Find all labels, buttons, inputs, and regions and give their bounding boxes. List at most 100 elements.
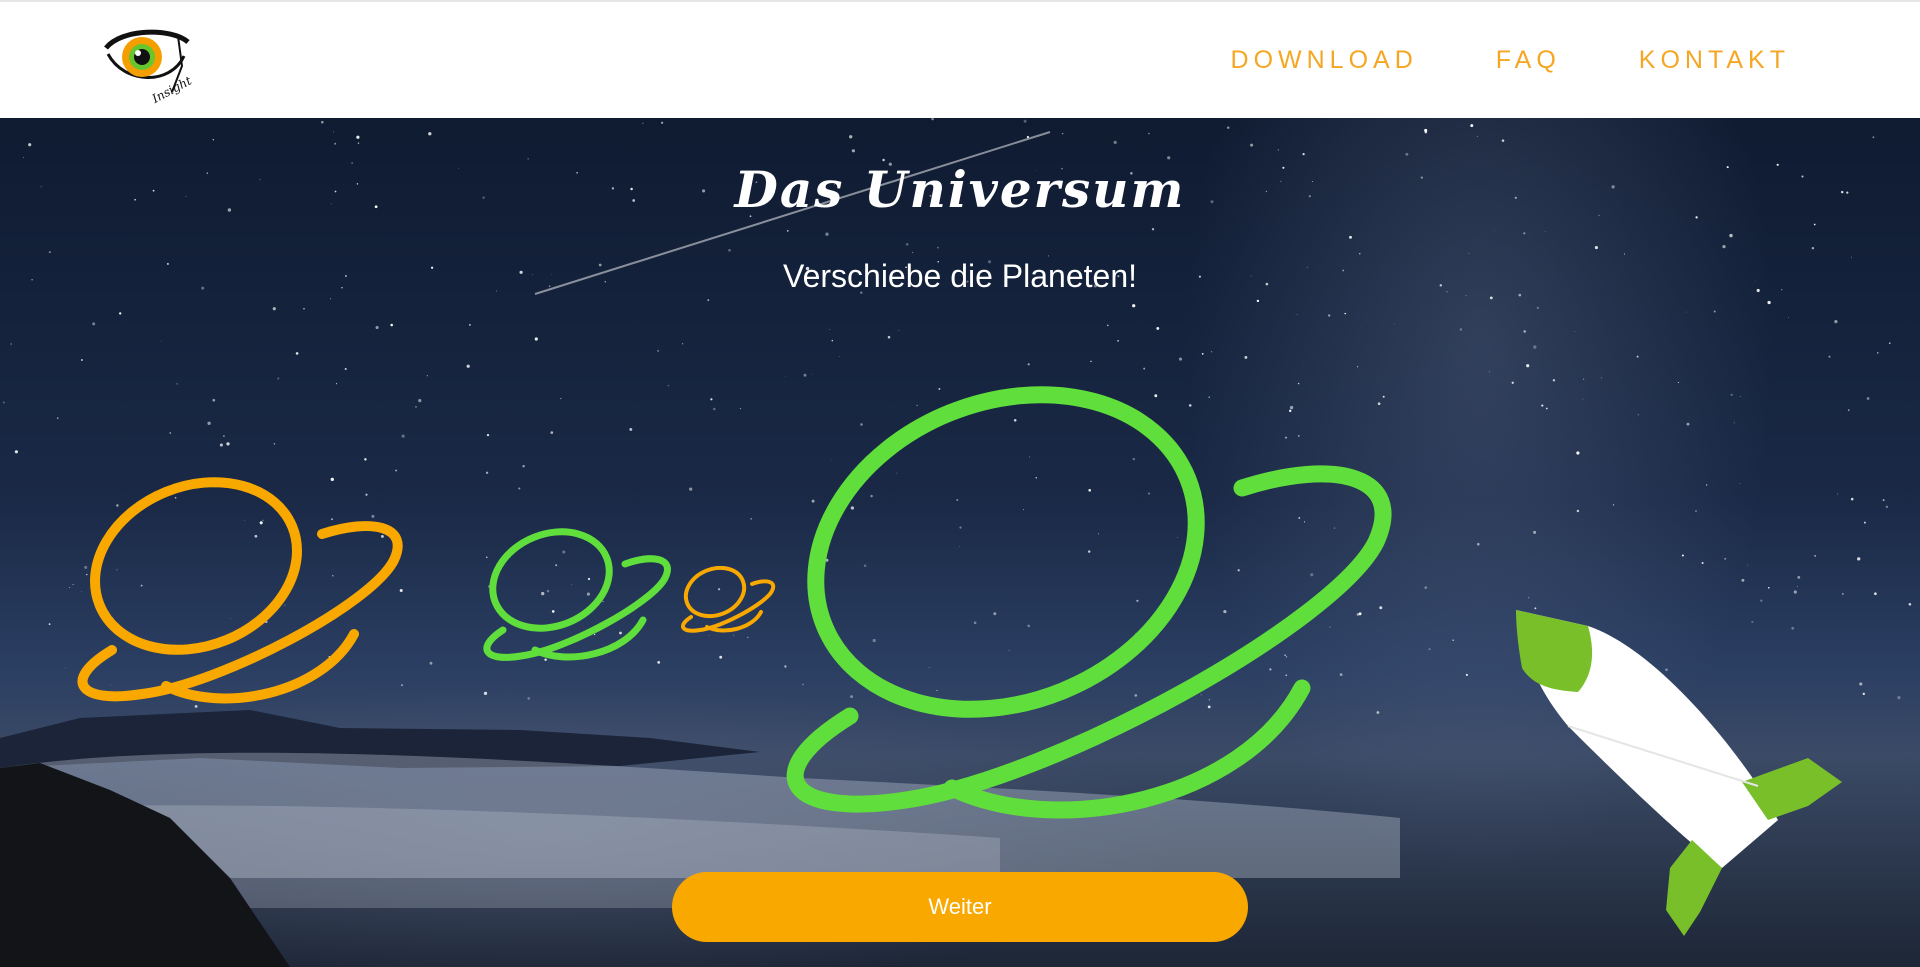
star: [119, 312, 122, 315]
star: [713, 407, 716, 411]
star: [689, 487, 693, 491]
star: [1730, 393, 1733, 397]
planet-icon[interactable]: [481, 528, 677, 666]
star: [1885, 505, 1889, 509]
nav-kontakt[interactable]: KONTAKT: [1639, 46, 1790, 75]
star: [1489, 296, 1493, 300]
star: [160, 340, 162, 342]
star: [839, 356, 840, 357]
star: [1424, 130, 1428, 134]
star: [1047, 255, 1049, 257]
planet-icon[interactable]: [72, 474, 410, 714]
star: [1470, 124, 1474, 128]
star: [849, 135, 853, 139]
star: [212, 398, 216, 402]
star: [1857, 557, 1861, 561]
star: [518, 487, 521, 490]
star: [1850, 497, 1854, 501]
star: [667, 384, 670, 387]
star: [1476, 135, 1478, 137]
planet-icon[interactable]: [776, 372, 1406, 832]
star: [527, 697, 530, 700]
planet-icon[interactable]: [680, 566, 778, 636]
star: [1834, 319, 1838, 324]
weiter-button[interactable]: Weiter: [672, 872, 1248, 942]
star: [1797, 586, 1798, 587]
star: [272, 307, 276, 311]
star: [1576, 451, 1580, 455]
star: [1132, 304, 1136, 308]
star: [719, 655, 723, 659]
star: [1027, 363, 1030, 366]
star: [1156, 326, 1160, 330]
star: [912, 251, 914, 254]
star: [1729, 233, 1733, 238]
star: [1847, 409, 1850, 411]
star: [825, 232, 829, 236]
star: [1686, 422, 1690, 426]
star: [395, 469, 397, 472]
star: [1724, 557, 1727, 560]
star: [22, 156, 24, 158]
star: [273, 443, 276, 445]
star: [1356, 366, 1359, 368]
star: [1677, 381, 1679, 384]
star: [786, 230, 789, 232]
star: [728, 248, 731, 252]
star: [831, 339, 834, 342]
star: [1459, 328, 1463, 331]
star: [1739, 396, 1741, 397]
star: [1465, 294, 1467, 297]
star: [1544, 231, 1546, 232]
nav-download[interactable]: DOWNLOAD: [1231, 46, 1418, 75]
star: [176, 383, 178, 385]
star: [1594, 246, 1598, 250]
star: [1424, 586, 1428, 589]
star: [1695, 510, 1697, 512]
star: [1637, 413, 1640, 416]
nav-faq[interactable]: FAQ: [1496, 46, 1561, 75]
star: [1452, 639, 1455, 642]
star: [905, 242, 909, 246]
star: [334, 142, 337, 145]
star: [936, 246, 939, 249]
star: [1367, 321, 1369, 322]
star: [707, 299, 710, 302]
star: [81, 359, 83, 361]
star: [1582, 398, 1584, 400]
star: [750, 518, 752, 520]
star: [483, 691, 488, 696]
star: [468, 323, 471, 326]
star: [1739, 483, 1741, 485]
star: [1636, 355, 1639, 358]
rocket-icon[interactable]: [1508, 606, 1848, 936]
eye-logo-icon[interactable]: Insight: [102, 26, 194, 106]
star: [1523, 232, 1526, 235]
star: [1552, 379, 1556, 382]
star: [466, 364, 470, 368]
star: [1612, 504, 1615, 506]
star: [207, 421, 211, 425]
star: [1686, 311, 1688, 313]
star: [212, 139, 214, 141]
star: [828, 328, 830, 330]
star: [223, 435, 225, 437]
star: [1528, 597, 1530, 599]
hero-section: Das Universum Verschiebe die Planeten! W…: [0, 118, 1920, 967]
star: [1813, 223, 1816, 226]
star: [1841, 593, 1844, 595]
star: [1797, 576, 1801, 579]
star: [357, 142, 360, 144]
star: [931, 118, 934, 121]
star: [1061, 132, 1064, 135]
star: [1113, 140, 1117, 145]
star: [1210, 351, 1213, 353]
star: [1863, 521, 1866, 524]
star: [1405, 152, 1409, 156]
star: [1250, 143, 1254, 147]
star: [1681, 554, 1684, 557]
star: [320, 120, 324, 124]
star: [1533, 345, 1537, 349]
star: [1494, 229, 1495, 231]
star: [522, 465, 525, 468]
